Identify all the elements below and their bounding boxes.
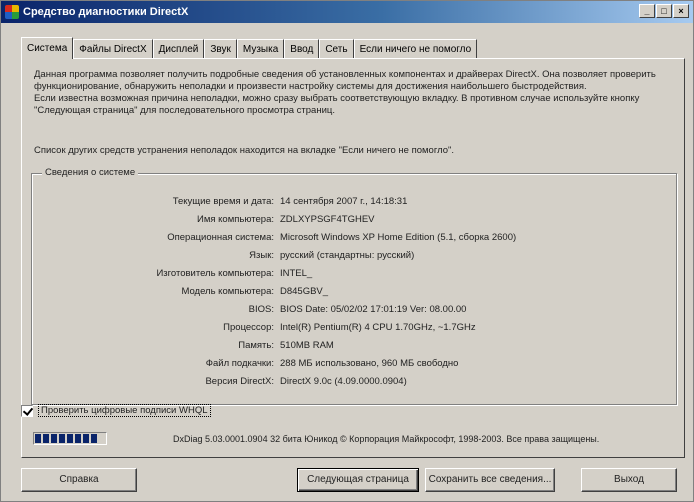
system-info-group: Сведения о системе Текущие время и дата:… [31,167,677,405]
tab-strip: Система Файлы DirectX Дисплей Звук Музык… [21,37,478,59]
title-bar[interactable]: Средство диагностики DirectX _ □ × [1,1,693,23]
tab-music[interactable]: Музыка [236,39,285,59]
info-value: Microsoft Windows XP Home Edition (5.1, … [280,231,517,243]
info-label: Процессор: [223,321,274,333]
intro-paragraph-2: Если известна возможная причина неполадк… [34,93,640,116]
whql-checkbox[interactable] [21,404,33,417]
info-row-datetime: Текущие время и дата: 14 сентября 2007 г… [32,192,672,210]
info-value: 510MB RAM [280,339,334,351]
directx-app-icon [5,5,19,19]
info-row-processor: Процессор: Intel(R) Pentium(R) 4 CPU 1.7… [32,318,672,336]
info-label: Модель компьютера: [181,285,274,297]
help-button[interactable]: Справка [21,468,137,492]
progress-chunk [91,434,97,443]
info-label: Файл подкачки: [205,357,274,369]
group-legend: Сведения о системе [42,167,139,178]
info-label: BIOS: [248,303,274,315]
info-label: Имя компьютера: [197,213,274,225]
info-label: Изготовитель компьютера: [156,267,274,279]
save-all-info-button[interactable]: Сохранить все сведения... [425,468,555,492]
intro-paragraph-1: Данная программа позволяет получить подр… [34,69,656,92]
progress-chunk [59,434,65,443]
tab-network[interactable]: Сеть [319,39,354,59]
progress-chunk [35,434,41,443]
tab-more-help[interactable]: Если ничего не помогло [353,39,478,59]
dxdiag-window: Средство диагностики DirectX _ □ × Систе… [0,0,694,502]
info-value: Intel(R) Pentium(R) 4 CPU 1.70GHz, ~1.7G… [280,321,476,333]
info-row-manufacturer: Изготовитель компьютера: INTEL_ [32,264,672,282]
tab-display[interactable]: Дисплей [152,39,205,59]
tab-system[interactable]: Система [21,37,74,59]
info-row-model: Модель компьютера: D845GBV_ [32,282,672,300]
next-page-button[interactable]: Следующая страница [297,468,419,492]
close-button[interactable]: × [673,4,689,18]
info-value: DirectX 9.0c (4.09.0000.0904) [280,375,407,387]
info-row-memory: Память: 510MB RAM [32,336,672,354]
info-value: 288 МБ использовано, 960 МБ свободно [280,357,459,369]
info-row-pagefile: Файл подкачки: 288 МБ использовано, 960 … [32,354,672,372]
info-value: ZDLXYPSGF4TGHEV [280,213,375,225]
info-label: Текущие время и дата: [172,195,274,207]
info-row-language: Язык: русский (стандартны: русский) [32,246,672,264]
whql-label[interactable]: Проверить цифровые подписи WHQL [38,404,211,417]
progress-chunk [83,434,89,443]
tab-directx-files[interactable]: Файлы DirectX [73,39,153,59]
version-copyright-text: DxDiag 5.03.0001.0904 32 бита Юникод © К… [173,434,600,444]
info-row-directx-version: Версия DirectX: DirectX 9.0c (4.09.0000.… [32,372,672,390]
info-value: русский (стандартны: русский) [280,249,415,261]
progress-chunk [43,434,49,443]
info-value: 14 сентября 2007 г., 14:18:31 [280,195,408,207]
info-value: BIOS Date: 05/02/02 17:01:19 Ver: 08.00.… [280,303,467,315]
progress-chunk [75,434,81,443]
maximize-button[interactable]: □ [656,4,672,18]
intro-text: Данная программа позволяет получить подр… [34,69,674,117]
info-value: INTEL_ [280,267,313,279]
tab-sound[interactable]: Звук [204,39,237,59]
info-label: Операционная система: [167,231,274,243]
info-label: Версия DirectX: [205,375,274,387]
progress-chunk [67,434,73,443]
system-info-rows: Текущие время и дата: 14 сентября 2007 г… [32,192,672,390]
info-label: Язык: [249,249,274,261]
progress-chunk [51,434,57,443]
progress-bar [33,432,107,445]
other-tools-note: Список других средств устранения неполад… [34,145,455,156]
window-controls: _ □ × [639,4,689,18]
info-row-bios: BIOS: BIOS Date: 05/02/02 17:01:19 Ver: … [32,300,672,318]
info-value: D845GBV_ [280,285,329,297]
info-label: Память: [238,339,274,351]
info-row-computer-name: Имя компьютера: ZDLXYPSGF4TGHEV [32,210,672,228]
exit-button[interactable]: Выход [581,468,677,492]
whql-check-option[interactable]: Проверить цифровые подписи WHQL [21,404,211,417]
minimize-button[interactable]: _ [639,4,655,18]
tab-input[interactable]: Ввод [284,39,320,59]
system-tab-panel: Данная программа позволяет получить подр… [21,58,685,458]
info-row-os: Операционная система: Microsoft Windows … [32,228,672,246]
window-title: Средство диагностики DirectX [23,6,189,18]
